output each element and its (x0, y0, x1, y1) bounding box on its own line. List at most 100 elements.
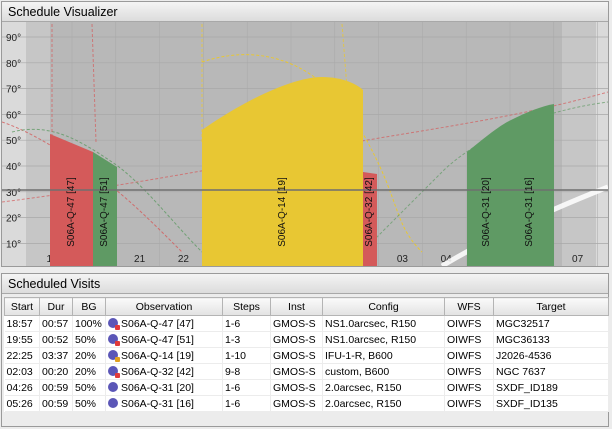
status-badge-icon (115, 324, 120, 330)
cell-steps: 1-6 (222, 315, 271, 332)
observation-icon (108, 317, 120, 330)
schedule-plot[interactable]: 90°80°70°60°50°40°30°20°10° 192021222300… (2, 22, 608, 266)
cell-steps: 1-3 (222, 331, 271, 348)
y-tick-label: 20° (6, 214, 21, 225)
cell-target: MGC36133 (493, 331, 609, 348)
column-header[interactable]: BG (72, 297, 106, 316)
cell-target: NGC 7637 (493, 363, 609, 380)
cell-target: MGC32517 (493, 315, 609, 332)
cell-dur: 00:57 (39, 315, 73, 332)
column-header[interactable]: Start (4, 297, 40, 316)
column-header[interactable]: Target (493, 297, 609, 316)
visit-label: S06A-Q-47 [51] (99, 177, 110, 247)
cell-dur: 03:37 (39, 347, 73, 364)
cell-inst: GMOS-S (270, 395, 323, 412)
cell-inst: GMOS-S (270, 331, 323, 348)
visit-label: S06A-Q-47 [47] (66, 177, 77, 247)
table-row[interactable]: 22:25 03:37 20% S06A-Q-14 [19] 1-10 GMOS-S IFU… (4, 347, 609, 364)
cell-start: 18:57 (4, 315, 40, 332)
table-row[interactable]: 05:26 00:59 50% S06A-Q-31 [16] 1-6 GMOS-S 2.0a… (4, 395, 609, 412)
cell-config: NS1.0arcsec, R150 (322, 331, 445, 348)
y-tick-label: 70° (6, 85, 21, 96)
status-badge-icon (115, 372, 120, 378)
cell-config: 2.0arcsec, R150 (322, 379, 445, 396)
column-header[interactable]: Config (322, 297, 445, 316)
visit-label: S06A-Q-31 [20] (481, 177, 492, 247)
cell-inst: GMOS-S (270, 315, 323, 332)
y-tick-label: 40° (6, 162, 21, 173)
cell-bg: 20% (72, 347, 106, 364)
y-tick-label: 90° (6, 33, 21, 44)
scheduled-visits-title: Scheduled Visits (2, 274, 608, 294)
schedule-visualizer-title: Schedule Visualizer (2, 2, 608, 22)
cell-steps: 9-8 (222, 363, 271, 380)
cell-observation: S06A-Q-32 [42] (105, 363, 223, 380)
cell-steps: 1-6 (222, 379, 271, 396)
cell-bg: 20% (72, 363, 106, 380)
table-row[interactable]: 04:26 00:59 50% S06A-Q-31 [20] 1-6 GMOS-S 2.0a… (4, 379, 609, 396)
cell-wfs: OIWFS (444, 363, 494, 380)
cell-wfs: OIWFS (444, 379, 494, 396)
column-header[interactable]: WFS (444, 297, 494, 316)
y-tick-label: 10° (6, 239, 21, 250)
cell-inst: GMOS-S (270, 363, 323, 380)
cell-observation: S06A-Q-47 [51] (105, 331, 223, 348)
y-tick-label: 50° (6, 136, 21, 147)
table-row[interactable]: 19:55 00:52 50% S06A-Q-47 [51] 1-3 GMOS-S NS1.… (4, 331, 609, 348)
cell-config: custom, B600 (322, 363, 445, 380)
cell-wfs: OIWFS (444, 395, 494, 412)
cell-start: 02:03 (4, 363, 40, 380)
cell-start: 04:26 (4, 379, 40, 396)
table-row[interactable]: 02:03 00:20 20% S06A-Q-32 [42] 9-8 GMOS-S cust… (4, 363, 609, 380)
cell-start: 19:55 (4, 331, 40, 348)
column-header[interactable]: Observation (105, 297, 223, 316)
cell-target: J2026-4536 (493, 347, 609, 364)
cell-target: SXDF_ID135 (493, 395, 609, 412)
cell-bg: 50% (72, 379, 106, 396)
cell-observation: S06A-Q-31 [16] (105, 395, 223, 412)
scheduled-visits-table: Start Dur BG Observation Steps Inst Config WFS T… (4, 297, 609, 412)
x-tick-label: 21 (134, 254, 146, 265)
cell-observation: S06A-Q-31 [20] (105, 379, 223, 396)
cell-config: IFU-1-R, B600 (322, 347, 445, 364)
visit-label: S06A-Q-31 [16] (524, 177, 535, 247)
status-badge-icon (115, 356, 120, 362)
observation-icon (108, 381, 118, 392)
cell-start: 22:25 (4, 347, 40, 364)
cell-dur: 00:52 (39, 331, 73, 348)
table-header-row: Start Dur BG Observation Steps Inst Config WFS T… (4, 297, 609, 316)
observation-icon (108, 333, 120, 346)
cell-wfs: OIWFS (444, 347, 494, 364)
schedule-visualizer-panel: Schedule Visualizer 90° 80° 70° 60° 50° 40° 30… (1, 1, 609, 267)
cell-steps: 1-10 (222, 347, 271, 364)
cell-bg: 50% (72, 395, 106, 412)
cell-observation: S06A-Q-14 [19] (105, 347, 223, 364)
cell-steps: 1-6 (222, 395, 271, 412)
cell-target: SXDF_ID189 (493, 379, 609, 396)
y-tick-label: 60° (6, 110, 21, 121)
column-header[interactable]: Dur (39, 297, 73, 316)
x-tick-label: 22 (178, 254, 190, 265)
scheduled-visits-panel: Scheduled Visits Start Dur BG Observation St… (1, 273, 609, 427)
column-header[interactable]: Steps (222, 297, 271, 316)
cell-start: 05:26 (4, 395, 40, 412)
observation-icon (108, 349, 120, 362)
cell-wfs: OIWFS (444, 315, 494, 332)
cell-inst: GMOS-S (270, 347, 323, 364)
cell-observation: S06A-Q-47 [47] (105, 315, 223, 332)
cell-dur: 00:59 (39, 395, 73, 412)
cell-config: 2.0arcsec, R150 (322, 395, 445, 412)
column-header[interactable]: Inst (270, 297, 323, 316)
cell-bg: 100% (72, 315, 106, 332)
y-tick-label: 80° (6, 59, 21, 70)
cell-inst: GMOS-S (270, 379, 323, 396)
cell-config: NS1.0arcsec, R150 (322, 315, 445, 332)
cell-dur: 00:59 (39, 379, 73, 396)
visit-label: S06A-Q-32 [42] (364, 177, 375, 247)
observation-icon (108, 365, 120, 378)
visit-label: S06A-Q-14 [19] (277, 177, 288, 247)
cell-dur: 00:20 (39, 363, 73, 380)
cell-bg: 50% (72, 331, 106, 348)
table-row[interactable]: 18:57 00:57 100% S06A-Q-47 [47] 1-6 GMOS-S NS1… (4, 315, 609, 332)
status-badge-icon (115, 340, 120, 346)
